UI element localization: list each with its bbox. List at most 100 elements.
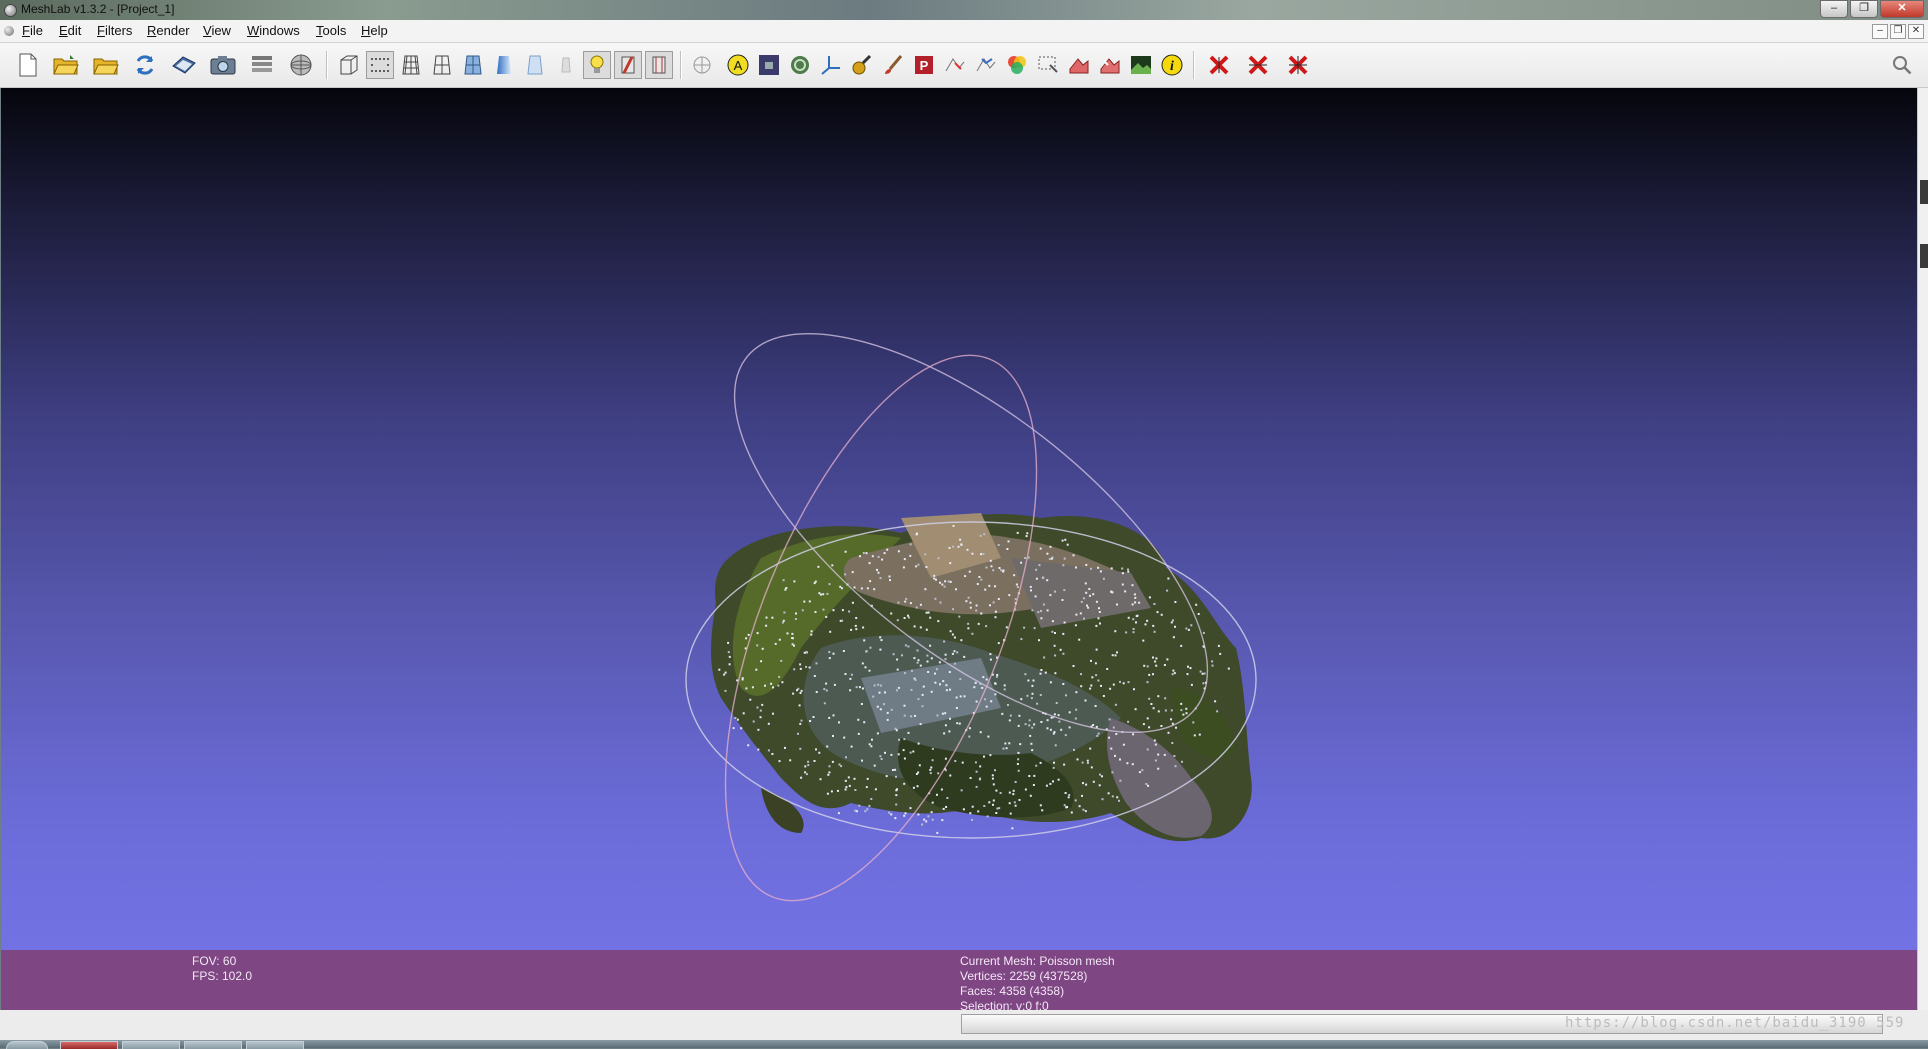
vertex-point [895,775,897,778]
menu-help[interactable]: Help [361,23,388,38]
vertex-point [998,567,1001,569]
vertex-point [1134,708,1137,711]
vertex-point [854,789,857,791]
select-faces-icon[interactable] [972,51,1000,79]
vertex-point [937,772,940,775]
vertex-point [936,831,939,834]
menu-render[interactable]: Render [147,23,190,38]
vertex-point [1064,538,1067,541]
vertex-point [892,769,894,771]
mdi-minimize-icon[interactable]: – [1872,24,1888,39]
texture-off-icon[interactable] [552,51,580,79]
minimize-icon[interactable]: – [1820,0,1848,18]
new-project-icon[interactable] [14,51,42,79]
measure-tool-icon[interactable] [755,51,783,79]
vertex-point [927,611,930,614]
vertex-point [1075,691,1078,694]
vertex-point [989,653,992,656]
delete-selected-faces-icon[interactable] [1244,51,1272,79]
3d-viewport[interactable] [1,88,1917,950]
menu-view[interactable]: View [203,23,231,38]
paint-icon[interactable] [848,51,876,79]
vertex-point [822,608,825,611]
menu-windows[interactable]: Windows [247,23,300,38]
vertex-point [832,609,835,612]
menu-filters[interactable]: Filters [97,23,132,38]
vertex-point [1133,593,1136,596]
vertex-point [1155,664,1158,667]
vertex-point [745,637,748,640]
delete-selected-vertices-icon[interactable] [1205,51,1233,79]
flat-shading-icon[interactable] [459,51,487,79]
reload-icon[interactable] [131,51,159,79]
export-mesh-icon[interactable] [170,51,198,79]
delete-faces-vertices-icon[interactable] [1284,51,1312,79]
hidden-lines-mode-icon[interactable] [428,51,456,79]
delete-vertices-icon[interactable] [1096,51,1124,79]
image-icon[interactable] [1127,51,1155,79]
vertex-point [1078,638,1081,641]
fancy-lighting-icon[interactable] [645,51,673,79]
vertex-point [1017,769,1020,772]
info-icon[interactable]: i [1158,51,1186,79]
vertex-point [1035,577,1038,580]
maximize-icon[interactable]: ❐ [1850,0,1878,18]
double-side-lighting-icon[interactable] [614,51,642,79]
texture-mode-icon[interactable] [521,51,549,79]
open-project-icon[interactable] [52,51,80,79]
vertex-point [909,751,912,754]
menu-edit[interactable]: Edit [59,23,81,38]
vertex-point [1170,718,1172,721]
vertex-point [898,738,900,741]
meshlab-app-icon[interactable] [4,4,17,17]
layers-icon[interactable] [248,51,276,79]
smooth-shading-icon[interactable] [490,51,518,79]
vertex-point [996,674,999,676]
manipulator-icon[interactable] [1065,51,1093,79]
vertex-point [1102,577,1105,580]
mdi-restore-icon[interactable]: ❐ [1890,24,1906,39]
vertex-point [969,812,972,815]
vertex-point [1081,794,1083,797]
vertex-point [959,695,962,698]
mdi-close-icon[interactable]: ✕ [1908,24,1924,39]
point-picking-icon[interactable] [786,51,814,79]
axis-icon[interactable] [817,51,845,79]
vertex-point [1068,726,1071,729]
menu-file[interactable]: File [22,23,43,38]
vertex-point [947,580,950,583]
window-controls: – ❐ ✕ [1820,0,1924,18]
vertex-point [770,682,773,685]
snapshot-icon[interactable] [209,51,237,79]
parametrization-icon[interactable]: P [910,51,938,79]
wireframe-mode-icon[interactable] [397,51,425,79]
brush-icon[interactable] [879,51,907,79]
vertex-point [879,708,882,711]
vertex-point [952,608,954,611]
color-icon[interactable] [1003,51,1031,79]
svg-text:i: i [1170,59,1174,74]
vertex-point [839,585,842,588]
raster-icon[interactable] [287,51,315,79]
select-area-icon[interactable] [1034,51,1062,79]
vertex-point [997,598,1000,600]
vertex-point [828,657,831,660]
vertex-point [756,644,759,647]
document-icon[interactable] [4,26,14,36]
points-mode-icon[interactable] [366,51,394,79]
import-mesh-icon[interactable] [92,51,120,79]
trackball-icon[interactable] [688,51,716,79]
select-vertices-icon[interactable] [941,51,969,79]
vertex-point [871,555,874,558]
vertex-point [1100,684,1102,687]
vertex-point [1132,618,1135,621]
vertex-point [1072,554,1075,557]
bbox-mode-icon[interactable] [335,51,363,79]
menu-tools[interactable]: Tools [316,23,346,38]
search-icon[interactable] [1888,51,1916,79]
vertex-point [1008,802,1011,805]
light-icon[interactable] [583,51,611,79]
align-icon[interactable]: A [724,51,752,79]
close-icon[interactable]: ✕ [1880,0,1924,18]
vertex-point [838,763,841,766]
